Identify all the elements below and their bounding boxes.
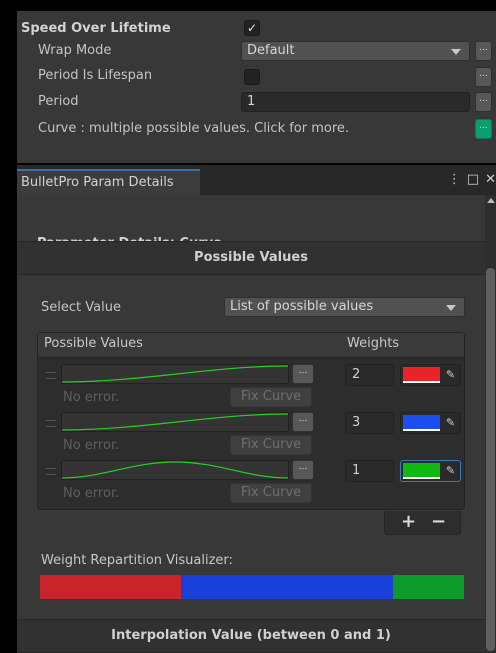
tab-bar: BulletPro Param Details ⋮ □ ✕ (17, 165, 496, 195)
speed-over-lifetime-row: Speed Over Lifetime ✓ (17, 17, 496, 41)
alpha-bar (403, 381, 440, 383)
list-item: ... No error. Fix Curve 3 ✎ (38, 410, 464, 458)
speed-over-lifetime-label: Speed Over Lifetime (21, 21, 171, 36)
period-is-lifespan-more-button[interactable]: ... (475, 67, 492, 87)
period-value: 1 (247, 94, 256, 109)
possible-values-section: Possible Values (17, 241, 485, 275)
list-item: ... No error. Fix Curve 2 ✎ (38, 362, 464, 410)
select-value-value: List of possible values (230, 299, 374, 314)
curve-field[interactable] (61, 364, 289, 384)
scrollbar-thumb[interactable] (486, 268, 495, 651)
alpha-bar (403, 429, 440, 431)
color-field[interactable]: ✎ (400, 460, 461, 482)
period-is-lifespan-checkbox[interactable] (244, 69, 260, 85)
wrap-mode-more-button[interactable]: ... (475, 41, 492, 61)
curve-note-label: Curve : multiple possible values. Click … (38, 121, 350, 136)
wrap-mode-label: Wrap Mode (38, 43, 112, 58)
color-field[interactable]: ✎ (400, 364, 461, 386)
chevron-down-icon (446, 305, 456, 311)
kebab-menu-icon[interactable]: ⋮ (448, 172, 461, 187)
close-icon[interactable]: ✕ (485, 172, 496, 187)
drag-handle-icon[interactable] (46, 420, 56, 427)
scroll-up-arrow-icon[interactable] (487, 198, 495, 203)
chevron-down-icon (451, 49, 461, 55)
weight-value: 3 (352, 415, 361, 430)
wrap-mode-value: Default (247, 43, 295, 58)
color-field[interactable]: ✎ (400, 412, 461, 434)
curve-details-button[interactable]: ... (475, 119, 492, 139)
curve-line (62, 365, 288, 383)
period-is-lifespan-row: Period Is Lifespan ... (17, 64, 496, 88)
wrap-mode-dropdown[interactable]: Default (241, 41, 470, 61)
wrap-mode-row: Wrap Mode Default ... (17, 39, 496, 63)
weight-segment-2 (181, 575, 393, 599)
drag-handle-icon[interactable] (46, 468, 56, 475)
add-entry-button[interactable]: + (401, 511, 416, 533)
weight-input[interactable]: 1 (345, 460, 394, 482)
curve-options-button[interactable]: ... (292, 412, 314, 432)
alpha-bar (403, 477, 440, 479)
interpolation-heading: Interpolation Value (between 0 and 1) (111, 628, 391, 643)
period-row: Period 1 ... (17, 90, 496, 114)
remove-entry-button[interactable]: − (431, 511, 446, 533)
possible-values-list: Possible Values Weights ... No error. Fi… (37, 332, 465, 510)
weight-visualizer-label: Weight Repartition Visualizer: (41, 553, 233, 568)
weight-segment-1 (40, 575, 181, 599)
eyedropper-icon[interactable]: ✎ (443, 463, 458, 479)
weight-input[interactable]: 3 (345, 412, 394, 434)
period-more-button[interactable]: ... (475, 92, 492, 112)
curve-row: Curve : multiple possible values. Click … (17, 117, 496, 141)
eyedropper-icon[interactable]: ✎ (443, 367, 458, 383)
select-value-dropdown[interactable]: List of possible values (224, 297, 465, 317)
fix-curve-button[interactable]: Fix Curve (230, 435, 312, 455)
list-header: Possible Values Weights (38, 333, 464, 358)
tab-bulletpro-param-details[interactable]: BulletPro Param Details (17, 169, 200, 195)
period-input[interactable]: 1 (241, 92, 470, 112)
possible-values-heading: Possible Values (194, 250, 308, 265)
weight-value: 2 (352, 367, 361, 382)
weight-segment-3 (393, 575, 464, 599)
color-swatch (403, 415, 440, 429)
fix-curve-button[interactable]: Fix Curve (230, 387, 312, 407)
tab-actions: ⋮ □ ✕ (442, 172, 496, 187)
speed-over-lifetime-checkbox[interactable]: ✓ (244, 20, 260, 36)
period-is-lifespan-label: Period Is Lifespan (38, 68, 153, 83)
color-swatch (403, 463, 440, 477)
error-status: No error. (63, 486, 120, 501)
weight-input[interactable]: 2 (345, 364, 394, 386)
possible-values-column-header: Possible Values (44, 336, 143, 351)
weights-column-header: Weights (347, 336, 400, 351)
drag-handle-icon[interactable] (46, 372, 56, 379)
list-footer: + − (384, 511, 461, 535)
eyedropper-icon[interactable]: ✎ (443, 415, 458, 431)
error-status: No error. (63, 390, 120, 405)
color-swatch (403, 367, 440, 381)
error-status: No error. (63, 438, 120, 453)
curve-line (62, 461, 288, 479)
select-value-label: Select Value (41, 300, 121, 315)
editor-window: Speed Over Lifetime ✓ Wrap Mode Default … (0, 0, 496, 653)
maximize-icon[interactable]: □ (467, 172, 479, 187)
inspector-module: Speed Over Lifetime ✓ Wrap Mode Default … (17, 11, 496, 163)
curve-options-button[interactable]: ... (292, 364, 314, 384)
vertical-scrollbar[interactable] (485, 195, 496, 653)
weight-value: 1 (352, 463, 361, 478)
curve-field[interactable] (61, 460, 289, 480)
curve-field[interactable] (61, 412, 289, 432)
interpolation-section: Interpolation Value (between 0 and 1) (17, 619, 485, 653)
tab-title: BulletPro Param Details (21, 175, 174, 190)
curve-line (62, 413, 288, 431)
list-item: ... No error. Fix Curve 1 ✎ (38, 458, 464, 506)
curve-options-button[interactable]: ... (292, 460, 314, 480)
fix-curve-button[interactable]: Fix Curve (230, 483, 312, 503)
period-label: Period (38, 94, 79, 109)
